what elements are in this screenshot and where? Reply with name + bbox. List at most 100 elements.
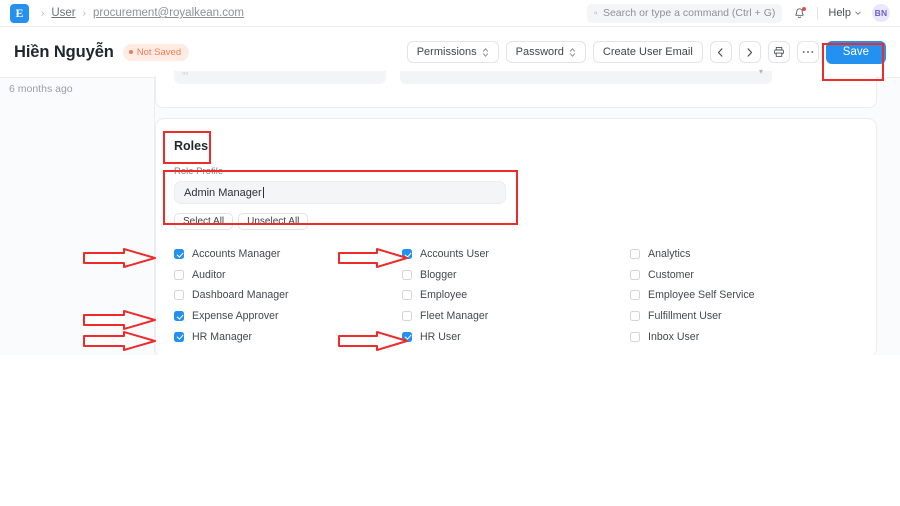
- app-root: E › User › procurement@royalkean.com Sea…: [0, 0, 900, 506]
- navbar-right: Search or type a command (Ctrl + G) Help…: [587, 3, 890, 23]
- sort-arrows-icon: [569, 47, 576, 58]
- page-title: Hiền Nguyễn: [14, 42, 114, 61]
- role-label: Customer: [648, 268, 694, 281]
- role-bulk-actions: Select All Unselect All: [174, 213, 858, 230]
- role-label: Auditor: [192, 268, 226, 281]
- role-label: Accounts User: [420, 248, 489, 261]
- text-caret: [262, 187, 264, 198]
- previous-document-button[interactable]: [709, 41, 732, 63]
- ellipsis-icon: [802, 51, 814, 53]
- checkbox-icon[interactable]: [174, 249, 184, 260]
- role-label: HR User: [420, 330, 461, 343]
- breadcrumb-separator: ›: [82, 7, 86, 19]
- role-label: Fleet Manager: [420, 310, 489, 323]
- checkbox-icon[interactable]: [402, 311, 412, 322]
- role-item[interactable]: Analytics: [630, 244, 858, 265]
- checkbox-icon[interactable]: [630, 311, 640, 322]
- help-label: Help: [828, 7, 851, 19]
- breadcrumb-item-current[interactable]: procurement@royalkean.com: [93, 7, 244, 19]
- role-item[interactable]: Inbox User: [630, 326, 858, 347]
- avatar[interactable]: BN: [872, 4, 890, 22]
- save-button-container: Save: [825, 40, 886, 64]
- role-item[interactable]: Dashboard Manager: [174, 285, 402, 306]
- role-item[interactable]: Accounts User: [402, 244, 630, 265]
- checkbox-icon[interactable]: [402, 269, 412, 280]
- permissions-button[interactable]: Permissions: [406, 41, 499, 63]
- partial-select-field[interactable]: ▾: [400, 67, 772, 84]
- password-label: Password: [515, 46, 564, 58]
- role-item[interactable]: Fleet Manager: [402, 306, 630, 327]
- breadcrumb-item-user[interactable]: User: [51, 7, 75, 19]
- role-item[interactable]: Blogger: [402, 265, 630, 286]
- checkbox-icon[interactable]: [174, 290, 184, 301]
- page-actions: Permissions Password Create User Email S…: [406, 40, 886, 64]
- role-label: Employee: [420, 289, 468, 302]
- role-label: Analytics: [648, 248, 691, 261]
- help-menu[interactable]: Help: [828, 7, 862, 19]
- role-item[interactable]: Fulfillment User: [630, 306, 858, 327]
- document-sidebar: 6 months ago: [0, 78, 155, 355]
- role-item[interactable]: Accounts Manager: [174, 244, 402, 265]
- role-label: Dashboard Manager: [192, 289, 289, 302]
- navbar: E › User › procurement@royalkean.com Sea…: [0, 0, 900, 27]
- role-label: Accounts Manager: [192, 248, 281, 261]
- checkbox-icon[interactable]: [630, 331, 640, 342]
- checkbox-icon[interactable]: [630, 290, 640, 301]
- partial-input-field[interactable]: ▫▫: [174, 68, 386, 84]
- save-button[interactable]: Save: [825, 40, 886, 64]
- role-item[interactable]: Employee: [402, 285, 630, 306]
- checkbox-icon[interactable]: [630, 249, 640, 260]
- printer-icon: [774, 47, 784, 57]
- navbar-divider: [817, 6, 819, 20]
- previous-section-card: ▫▫ ▾: [155, 67, 877, 108]
- notifications-button[interactable]: [792, 6, 807, 21]
- role-label: Fulfillment User: [648, 310, 722, 323]
- checkbox-icon[interactable]: [174, 331, 184, 342]
- checkbox-icon[interactable]: [174, 311, 184, 322]
- roles-section-title-wrap: Roles: [174, 139, 208, 153]
- chevron-down-icon: ▾: [758, 67, 763, 76]
- search-placeholder: Search or type a command (Ctrl + G): [602, 7, 776, 19]
- document-form: ▫▫ ▾ Roles Role Profile Admin Manager Se…: [155, 67, 900, 358]
- next-document-button[interactable]: [738, 41, 761, 63]
- breadcrumb: › User › procurement@royalkean.com: [41, 7, 244, 19]
- roles-column-1: Accounts Manager Auditor Dashboard Manag…: [174, 244, 402, 347]
- unselect-all-button[interactable]: Unselect All: [238, 213, 309, 230]
- chevron-down-icon: [855, 11, 861, 15]
- app-logo-icon[interactable]: E: [10, 3, 29, 23]
- password-button[interactable]: Password: [505, 41, 586, 63]
- checkbox-icon[interactable]: [402, 249, 412, 260]
- sort-arrows-icon: [482, 47, 489, 58]
- roles-section-title: Roles: [174, 139, 209, 153]
- role-profile-value: Admin Manager: [184, 186, 262, 199]
- role-label: Inbox User: [648, 330, 700, 343]
- checkbox-icon[interactable]: [402, 331, 412, 342]
- role-item[interactable]: Expense Approver: [174, 306, 402, 327]
- select-all-button[interactable]: Select All: [174, 213, 234, 230]
- work-area: 6 months ago ▫▫ ▾ Roles Role Profile Adm…: [0, 67, 900, 358]
- roles-card: Roles Role Profile Admin Manager Select …: [155, 118, 877, 358]
- chevron-right-icon: [747, 47, 753, 57]
- role-item[interactable]: Customer: [630, 265, 858, 286]
- role-item[interactable]: HR Manager: [174, 326, 402, 347]
- create-user-email-button[interactable]: Create User Email: [592, 41, 703, 63]
- checkbox-icon[interactable]: [630, 269, 640, 280]
- checkbox-icon[interactable]: [402, 290, 412, 301]
- role-label: Expense Approver: [192, 310, 279, 323]
- checkbox-icon[interactable]: [174, 269, 184, 280]
- breadcrumb-separator: ›: [41, 7, 45, 19]
- notification-dot: [802, 6, 807, 11]
- role-item[interactable]: Employee Self Service: [630, 285, 858, 306]
- status-badge-label: Not Saved: [136, 46, 182, 58]
- role-item[interactable]: HR User: [402, 326, 630, 347]
- role-profile-input[interactable]: Admin Manager: [174, 181, 506, 204]
- search-icon: [594, 11, 598, 15]
- more-actions-button[interactable]: [796, 41, 819, 63]
- search-input[interactable]: Search or type a command (Ctrl + G): [587, 3, 783, 23]
- last-modified-label: 6 months ago: [9, 83, 73, 95]
- status-dot-icon: [128, 50, 133, 54]
- role-item[interactable]: Auditor: [174, 265, 402, 286]
- role-label: HR Manager: [192, 330, 253, 343]
- roles-column-3: Analytics Customer Employee Self Service: [630, 244, 858, 347]
- print-button[interactable]: [767, 41, 790, 63]
